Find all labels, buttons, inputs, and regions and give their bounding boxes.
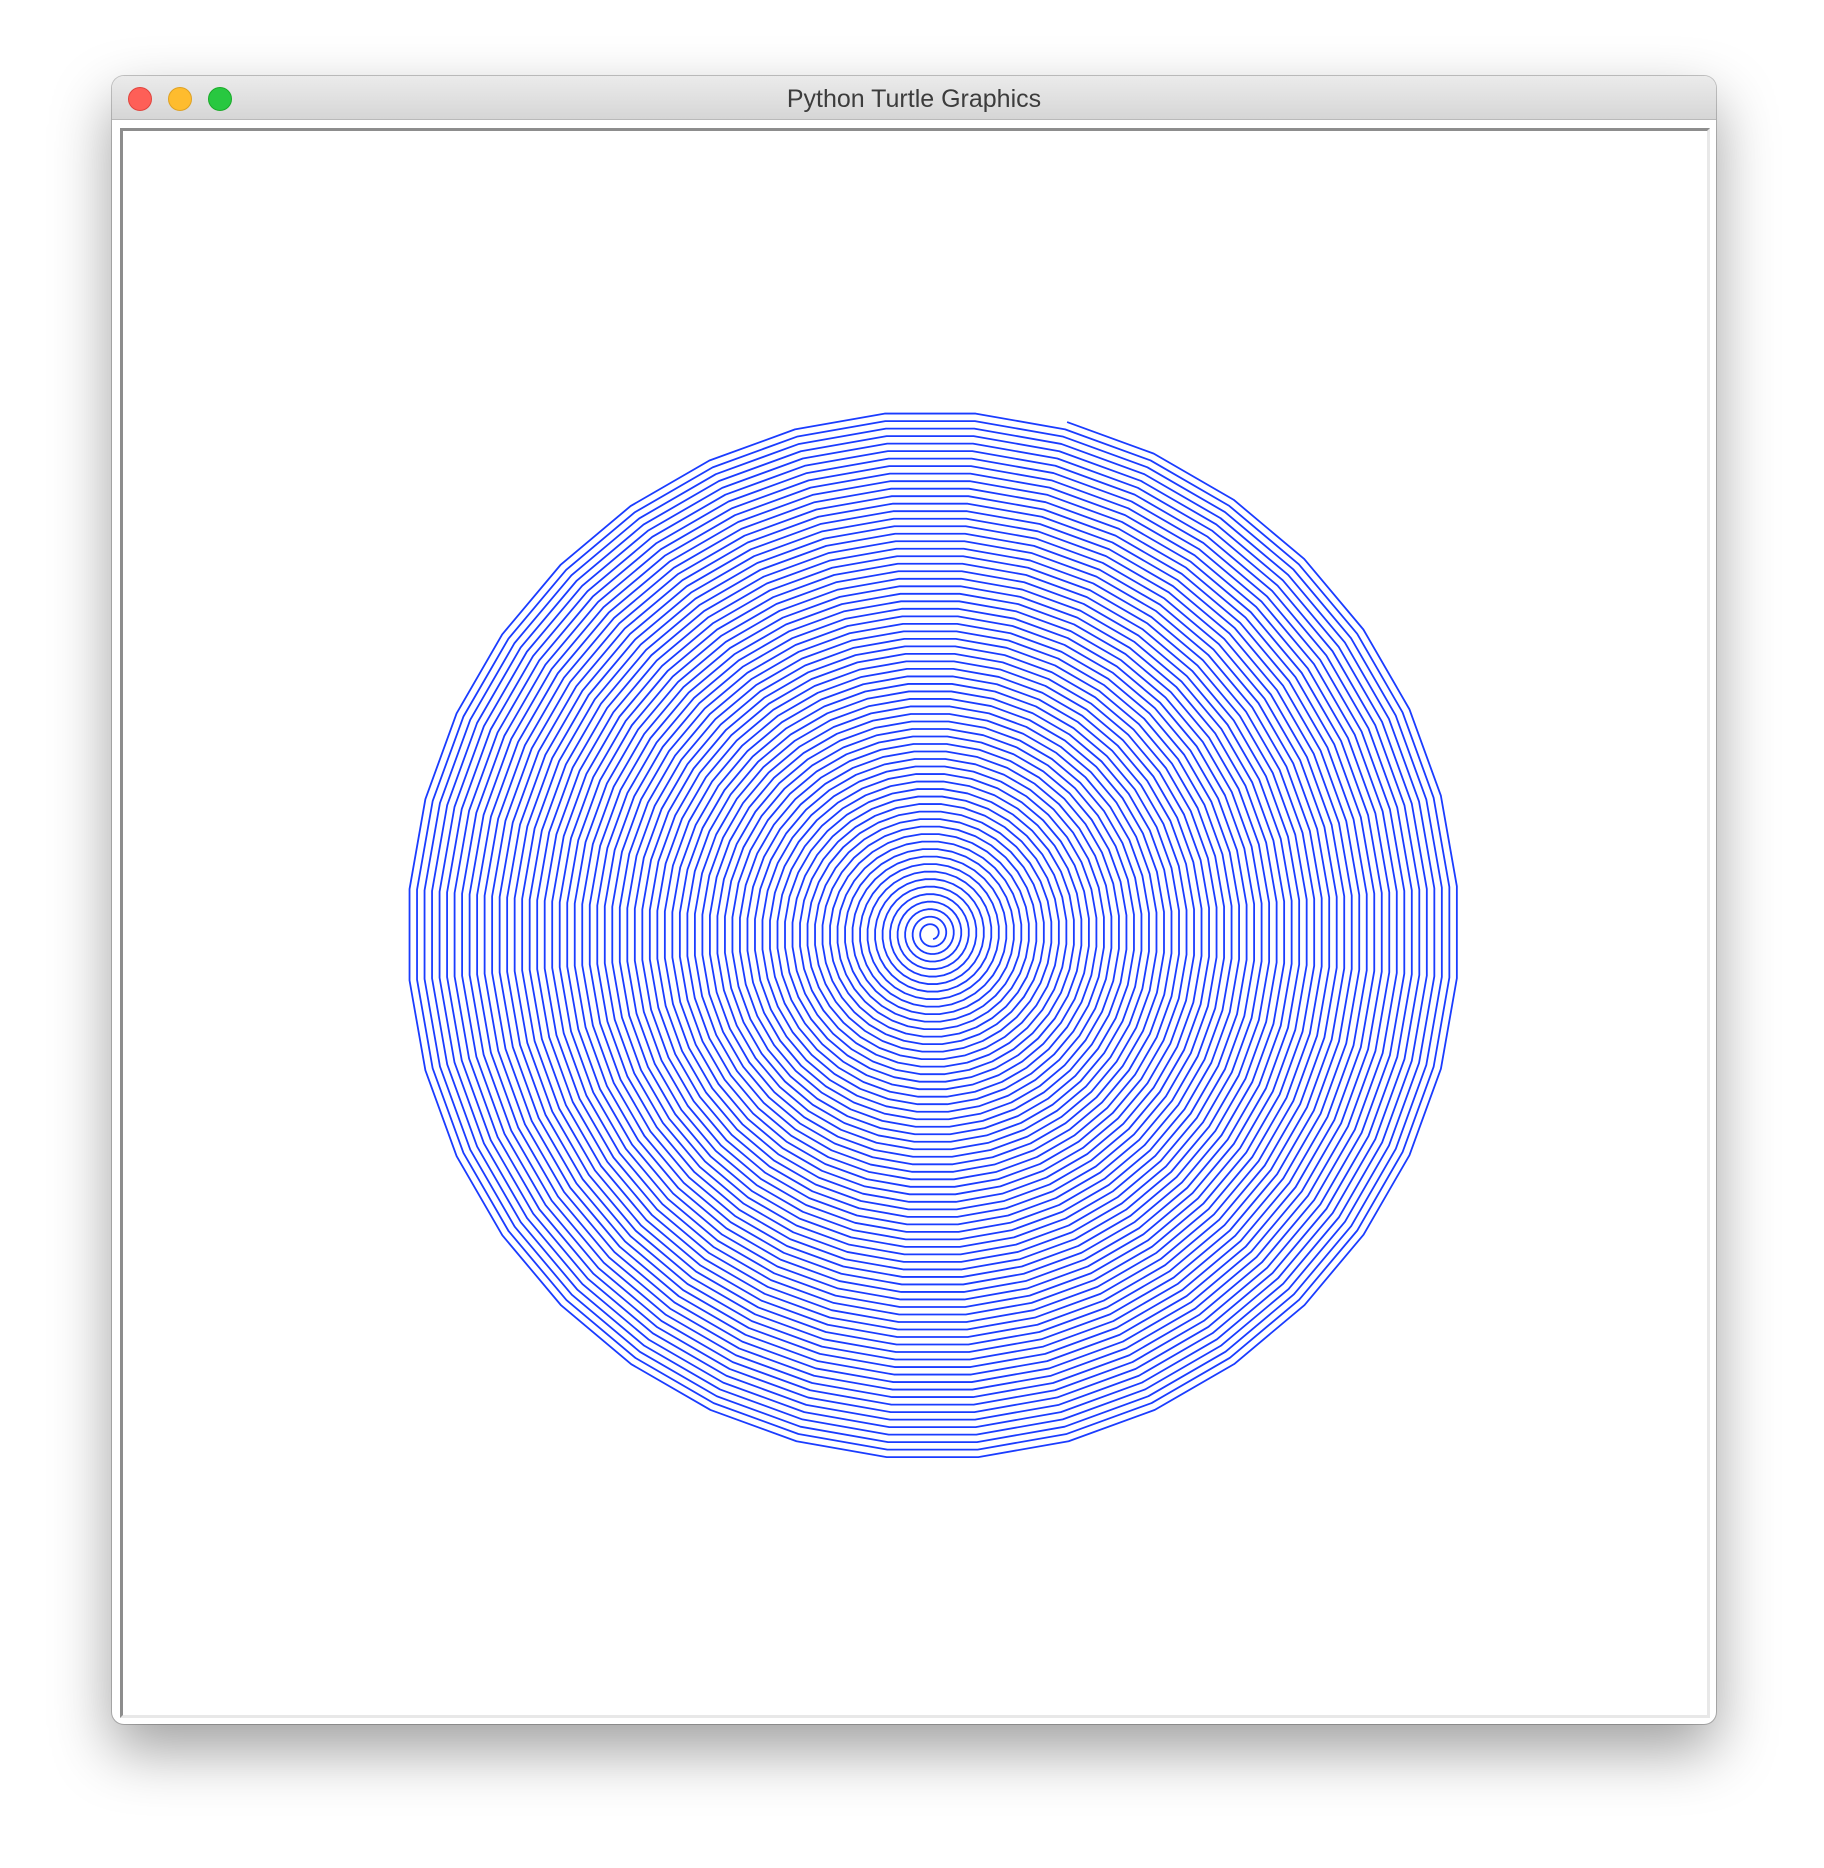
spiral-path: [408, 412, 1458, 1459]
turtle-canvas[interactable]: [120, 128, 1710, 1718]
turtle-window: Python Turtle Graphics: [112, 76, 1716, 1724]
title-bar[interactable]: Python Turtle Graphics: [112, 76, 1716, 120]
window-title: Python Turtle Graphics: [786, 85, 1042, 113]
spiral-drawing: [408, 412, 1458, 1459]
